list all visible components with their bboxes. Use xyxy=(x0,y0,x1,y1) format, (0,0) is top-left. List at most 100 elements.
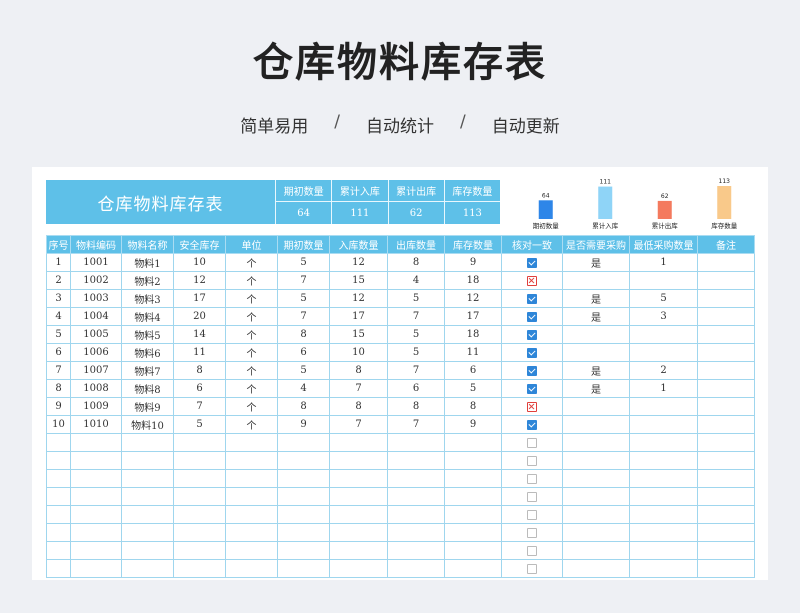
table-cell[interactable] xyxy=(173,433,226,452)
table-cell[interactable]: 12 xyxy=(329,289,388,308)
table-cell[interactable]: 物料6 xyxy=(121,343,174,362)
table-cell[interactable] xyxy=(277,451,330,470)
table-cell[interactable]: 4 xyxy=(46,307,71,326)
note-cell[interactable] xyxy=(697,415,755,434)
table-cell[interactable]: 5 xyxy=(46,325,71,344)
column-header[interactable]: 单位 xyxy=(225,235,278,254)
summary-label[interactable]: 期初数量 xyxy=(276,180,332,202)
column-header[interactable]: 物料名称 xyxy=(121,235,174,254)
table-cell[interactable]: 个 xyxy=(225,397,278,416)
checked-box-icon[interactable] xyxy=(527,383,537,394)
check-cell[interactable] xyxy=(501,505,563,524)
table-cell[interactable]: 个 xyxy=(225,289,278,308)
table-cell[interactable] xyxy=(46,523,71,542)
table-cell[interactable]: 4 xyxy=(277,379,330,398)
column-header[interactable]: 备注 xyxy=(697,235,755,254)
table-cell[interactable]: 15 xyxy=(329,325,388,344)
summary-value[interactable]: 62 xyxy=(389,202,444,224)
check-cell[interactable] xyxy=(501,433,563,452)
table-cell[interactable]: 1005 xyxy=(70,325,122,344)
check-cell[interactable] xyxy=(501,487,563,506)
purchase-needed-cell[interactable]: 是 xyxy=(562,289,630,308)
table-cell[interactable]: 9 xyxy=(46,397,71,416)
table-cell[interactable] xyxy=(121,487,174,506)
check-cell[interactable] xyxy=(501,271,563,290)
table-cell[interactable]: 8 xyxy=(277,325,330,344)
table-cell[interactable]: 个 xyxy=(225,379,278,398)
table-cell[interactable] xyxy=(173,469,226,488)
checked-box-icon[interactable] xyxy=(527,365,537,376)
purchase-needed-cell[interactable] xyxy=(562,559,630,578)
table-cell[interactable]: 7 xyxy=(277,271,330,290)
note-cell[interactable] xyxy=(697,343,755,362)
table-cell[interactable]: 11 xyxy=(173,343,226,362)
table-cell[interactable] xyxy=(121,559,174,578)
table-cell[interactable]: 6 xyxy=(46,343,71,362)
table-cell[interactable]: 物料7 xyxy=(121,361,174,380)
table-cell[interactable] xyxy=(70,451,122,470)
table-cell[interactable]: 5 xyxy=(387,325,445,344)
table-cell[interactable] xyxy=(121,469,174,488)
table-cell[interactable]: 个 xyxy=(225,343,278,362)
empty-checkbox-icon[interactable] xyxy=(527,527,537,538)
table-cell[interactable]: 4 xyxy=(387,271,445,290)
checked-box-icon[interactable] xyxy=(527,257,537,268)
note-cell[interactable] xyxy=(697,325,755,344)
note-cell[interactable] xyxy=(697,361,755,380)
checked-box-icon[interactable] xyxy=(527,311,537,322)
note-cell[interactable] xyxy=(697,397,755,416)
table-cell[interactable]: 3 xyxy=(46,289,71,308)
table-cell[interactable]: 6 xyxy=(173,379,226,398)
table-cell[interactable]: 15 xyxy=(329,271,388,290)
min-purchase-cell[interactable] xyxy=(629,433,698,452)
table-cell[interactable] xyxy=(121,451,174,470)
purchase-needed-cell[interactable]: 是 xyxy=(562,379,630,398)
table-cell[interactable]: 5 xyxy=(277,361,330,380)
purchase-needed-cell[interactable] xyxy=(562,451,630,470)
table-cell[interactable]: 14 xyxy=(173,325,226,344)
table-cell[interactable] xyxy=(46,559,71,578)
table-cell[interactable]: 10 xyxy=(173,253,226,272)
table-cell[interactable] xyxy=(444,469,502,488)
table-cell[interactable] xyxy=(444,451,502,470)
table-cell[interactable] xyxy=(46,433,71,452)
table-cell[interactable] xyxy=(225,487,278,506)
table-cell[interactable] xyxy=(277,541,330,560)
table-cell[interactable]: 物料8 xyxy=(121,379,174,398)
column-header[interactable]: 最低采购数量 xyxy=(629,235,698,254)
table-cell[interactable] xyxy=(70,469,122,488)
table-cell[interactable]: 12 xyxy=(444,289,502,308)
column-header[interactable]: 库存数量 xyxy=(444,235,502,254)
purchase-needed-cell[interactable] xyxy=(562,271,630,290)
empty-checkbox-icon[interactable] xyxy=(527,437,537,448)
table-cell[interactable] xyxy=(387,559,445,578)
table-cell[interactable]: 20 xyxy=(173,307,226,326)
purchase-needed-cell[interactable]: 是 xyxy=(562,361,630,380)
table-cell[interactable] xyxy=(173,487,226,506)
check-cell[interactable] xyxy=(501,325,563,344)
table-cell[interactable]: 个 xyxy=(225,253,278,272)
table-cell[interactable] xyxy=(225,469,278,488)
check-cell[interactable] xyxy=(501,307,563,326)
table-cell[interactable]: 5 xyxy=(277,289,330,308)
table-cell[interactable] xyxy=(387,523,445,542)
purchase-needed-cell[interactable] xyxy=(562,325,630,344)
note-cell[interactable] xyxy=(697,469,755,488)
table-cell[interactable]: 8 xyxy=(444,397,502,416)
table-cell[interactable]: 6 xyxy=(444,361,502,380)
table-cell[interactable]: 8 xyxy=(387,253,445,272)
purchase-needed-cell[interactable] xyxy=(562,433,630,452)
table-cell[interactable] xyxy=(46,541,71,560)
summary-value[interactable]: 113 xyxy=(445,202,500,224)
table-cell[interactable]: 8 xyxy=(277,397,330,416)
table-cell[interactable]: 物料1 xyxy=(121,253,174,272)
table-cell[interactable]: 11 xyxy=(444,343,502,362)
table-cell[interactable]: 9 xyxy=(277,415,330,434)
table-cell[interactable] xyxy=(121,523,174,542)
table-cell[interactable]: 8 xyxy=(329,397,388,416)
table-cell[interactable]: 10 xyxy=(46,415,71,434)
summary-label[interactable]: 累计出库 xyxy=(388,180,444,202)
mini-bar-chart[interactable]: 64 期初数量 111 累计入库 62 累计出库 113 库存数量 xyxy=(516,172,754,236)
table-cell[interactable] xyxy=(444,523,502,542)
table-cell[interactable] xyxy=(173,559,226,578)
